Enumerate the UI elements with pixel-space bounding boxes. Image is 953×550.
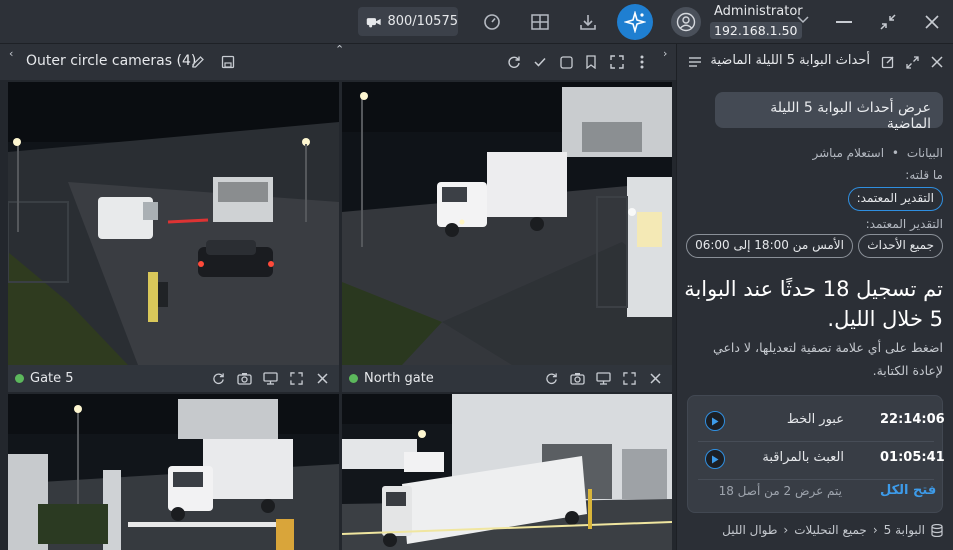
save-icon[interactable]	[220, 54, 236, 70]
bookmark-icon[interactable]	[583, 54, 599, 70]
panel-title: أحداث البوابة 5 الليلة الماضية	[710, 53, 870, 68]
camera-view-4[interactable]	[342, 394, 672, 550]
panel-header: أحداث البوابة 5 الليلة الماضية	[677, 44, 953, 80]
close-panel-icon[interactable]	[929, 54, 945, 70]
refresh-icon[interactable]	[506, 54, 522, 70]
select-square-icon[interactable]	[558, 54, 574, 70]
user-ip: 192.168.1.50	[710, 22, 802, 39]
status-dot-online	[15, 374, 24, 383]
event-time: 01:05:41	[880, 450, 945, 465]
you-said-chip[interactable]: التقدير المعتمد:	[847, 187, 943, 211]
answer-headline: تم تسجيل 18 حدثًا عند البوابة 5 خلال الل…	[684, 277, 943, 331]
restore-icon[interactable]	[876, 10, 900, 34]
menu-lines-icon[interactable]	[687, 54, 703, 70]
database-icon	[931, 523, 943, 537]
minimize-icon[interactable]	[832, 10, 856, 34]
event-row[interactable]: 01:05:41 العبث بالمراقبة	[688, 440, 945, 478]
camera-feed-4	[342, 394, 672, 550]
more-vertical-icon[interactable]	[634, 54, 650, 70]
camera-icon	[366, 17, 381, 27]
camera-view-gate-5[interactable]	[8, 82, 339, 365]
answer-hint: اضغط على أي علامة تصفية لتعديلها، لا داع…	[713, 340, 943, 378]
event-label: العبث بالمراقبة	[762, 450, 844, 465]
shown-count: يتم عرض 2 من أصل 18	[718, 484, 842, 498]
expand-icon[interactable]	[621, 370, 638, 387]
camera-name: Gate 5	[30, 371, 74, 386]
event-row[interactable]: 22:14:06 عبور الخط	[688, 402, 945, 440]
chevron-up-icon[interactable]: ⌃	[335, 43, 344, 56]
chevron-left-icon[interactable]: ‹	[9, 47, 13, 60]
chevron-icon: ‹	[872, 523, 878, 537]
camera-feed-gate-5	[8, 82, 339, 365]
dashboard-icon[interactable]	[480, 10, 504, 34]
snapshot-camera-icon[interactable]	[236, 370, 253, 387]
camera-feed-north-gate	[342, 82, 672, 365]
download-icon[interactable]	[576, 10, 600, 34]
user-query-bubble: عرض أحداث البوابة 5 الليلة الماضية	[715, 92, 943, 132]
estimate-label: التقدير المعتمد:	[865, 217, 943, 231]
you-said-label: ما قلته:	[905, 168, 943, 182]
play-icon[interactable]	[705, 411, 725, 431]
expand-panel-icon[interactable]	[904, 54, 920, 70]
chevron-down-icon	[797, 16, 809, 24]
chevron-icon: ‹	[783, 523, 789, 537]
monitor-icon[interactable]	[595, 370, 612, 387]
meta-source: البيانات	[906, 146, 943, 160]
divider	[698, 479, 934, 480]
camera-view-north-gate[interactable]	[342, 82, 672, 365]
play-icon[interactable]	[705, 449, 725, 469]
camera-feed-3	[8, 394, 339, 550]
chevron-right-icon[interactable]: ›	[663, 47, 667, 60]
camera-name: North gate	[364, 371, 434, 386]
camera-layout-area: ‹ Outer circle cameras (4) ⌃ › Gate 5 No…	[0, 43, 676, 550]
ai-assistant-button[interactable]	[617, 4, 653, 40]
event-time: 22:14:06	[880, 412, 945, 427]
edit-note-icon[interactable]	[880, 54, 896, 70]
answer-meta: البيانات • استعلام مباشر	[812, 146, 943, 160]
event-label: عبور الخط	[786, 412, 844, 427]
close-icon[interactable]	[647, 370, 664, 387]
monitor-icon[interactable]	[262, 370, 279, 387]
fullscreen-icon[interactable]	[609, 54, 625, 70]
filter-chip-time-range[interactable]: الأمس من 18:00 إلى 06:00	[686, 234, 853, 258]
breadcrumb-item[interactable]: البوابة 5	[884, 523, 925, 537]
user-menu[interactable]: Administrator 192.168.1.50	[668, 2, 818, 42]
refresh-icon[interactable]	[543, 370, 560, 387]
close-icon[interactable]	[314, 370, 331, 387]
events-card: 22:14:06 عبور الخط 01:05:41 العبث بالمرا…	[687, 395, 945, 513]
breadcrumb-item[interactable]: طوال الليل	[722, 523, 777, 537]
filter-chip-events[interactable]: جميع الأحداث	[858, 234, 943, 258]
edit-pencil-icon[interactable]	[190, 54, 206, 70]
layout-grid-icon[interactable]	[528, 10, 552, 34]
meta-mode: استعلام مباشر	[812, 146, 885, 160]
camera-view-3[interactable]	[8, 394, 339, 550]
camera-bar-north-gate: North gate	[342, 365, 672, 392]
user-avatar-icon	[671, 7, 701, 37]
snapshot-camera-icon[interactable]	[569, 370, 586, 387]
top-bar: 800/10575 Administrator 192.168.1.50	[0, 0, 953, 44]
license-usage-text: 800/10575	[387, 14, 458, 29]
open-all-link[interactable]: فتح الكل	[880, 483, 936, 498]
refresh-icon[interactable]	[210, 370, 227, 387]
assistant-panel: أحداث البوابة 5 الليلة الماضية عرض أحداث…	[676, 44, 953, 550]
layout-header: ‹ Outer circle cameras (4) ⌃ ›	[0, 43, 676, 80]
layout-title: Outer circle cameras (4)	[26, 53, 197, 69]
check-icon[interactable]	[532, 54, 548, 70]
sparkle-icon	[624, 11, 646, 33]
status-dot-online	[349, 374, 358, 383]
breadcrumb: البوابة 5 ‹ جميع التحليلات ‹ طوال الليل	[722, 523, 943, 537]
license-usage-badge[interactable]: 800/10575	[358, 7, 458, 36]
camera-bar-gate-5: Gate 5	[8, 365, 339, 392]
close-window-icon[interactable]	[920, 10, 944, 34]
breadcrumb-item[interactable]: جميع التحليلات	[794, 523, 867, 537]
user-name: Administrator	[714, 4, 803, 19]
expand-icon[interactable]	[288, 370, 305, 387]
